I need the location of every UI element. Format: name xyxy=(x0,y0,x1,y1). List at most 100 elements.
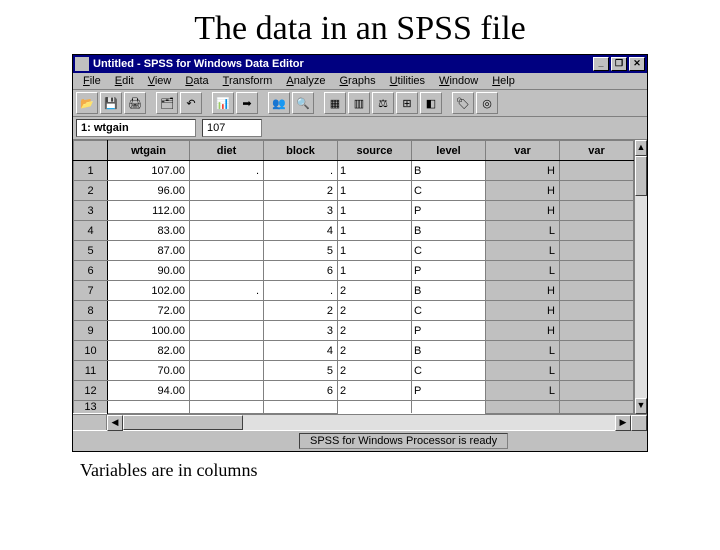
data-cell[interactable]: L xyxy=(486,341,560,361)
data-cell[interactable] xyxy=(190,321,264,341)
menu-window[interactable]: Window xyxy=(433,74,484,88)
data-cell[interactable]: B xyxy=(412,281,486,301)
data-cell[interactable]: L xyxy=(486,381,560,401)
dialog-recall-icon[interactable]: 🗂 xyxy=(156,92,178,114)
table-row[interactable]: 690.0061PL xyxy=(74,261,634,281)
table-row[interactable]: 296.0021CH xyxy=(74,181,634,201)
data-cell[interactable]: H xyxy=(486,161,560,181)
data-cell[interactable]: 94.00 xyxy=(108,381,190,401)
data-cell[interactable]: H xyxy=(486,301,560,321)
horizontal-scrollbar[interactable]: ◀ ▶ xyxy=(107,415,631,430)
save-icon[interactable]: 💾 xyxy=(100,92,122,114)
data-grid[interactable]: wtgain diet block source level var var 1… xyxy=(73,140,634,414)
data-cell[interactable]: 100.00 xyxy=(108,321,190,341)
hscroll-track[interactable] xyxy=(123,415,615,430)
row-header[interactable]: 1 xyxy=(74,161,108,181)
table-row[interactable]: 1107.00..1BH xyxy=(74,161,634,181)
split-file-icon[interactable]: ⚖ xyxy=(372,92,394,114)
variables-icon[interactable]: 👥 xyxy=(268,92,290,114)
table-row[interactable]: 587.0051CL xyxy=(74,241,634,261)
weight-cases-icon[interactable]: ⊞ xyxy=(396,92,418,114)
menu-file[interactable]: File xyxy=(77,74,107,88)
data-cell[interactable] xyxy=(486,401,560,414)
data-cell[interactable] xyxy=(190,341,264,361)
data-cell[interactable]: 6 xyxy=(264,381,338,401)
data-cell[interactable]: 2 xyxy=(338,361,412,381)
data-cell[interactable]: P xyxy=(412,201,486,221)
data-cell[interactable] xyxy=(190,381,264,401)
data-cell[interactable]: 2 xyxy=(338,321,412,341)
data-cell[interactable]: 6 xyxy=(264,261,338,281)
data-cell[interactable]: 90.00 xyxy=(108,261,190,281)
data-cell[interactable]: P xyxy=(412,321,486,341)
menu-view[interactable]: View xyxy=(142,74,178,88)
row-header[interactable]: 8 xyxy=(74,301,108,321)
data-cell[interactable]: 5 xyxy=(264,361,338,381)
data-cell[interactable] xyxy=(560,301,634,321)
table-row[interactable]: 872.0022CH xyxy=(74,301,634,321)
select-cases-icon[interactable]: ◧ xyxy=(420,92,442,114)
value-labels-icon[interactable]: 🏷 xyxy=(452,92,474,114)
titlebar[interactable]: Untitled - SPSS for Windows Data Editor … xyxy=(73,55,647,73)
menu-help[interactable]: Help xyxy=(486,74,521,88)
table-row[interactable]: 13 xyxy=(74,401,634,414)
col-level[interactable]: level xyxy=(412,141,486,161)
table-row[interactable]: 483.0041BL xyxy=(74,221,634,241)
table-row[interactable]: 3112.0031PH xyxy=(74,201,634,221)
data-cell[interactable]: L xyxy=(486,221,560,241)
data-cell[interactable]: L xyxy=(486,241,560,261)
vscroll-thumb[interactable] xyxy=(635,156,647,196)
data-cell[interactable]: 1 xyxy=(338,261,412,281)
data-cell[interactable] xyxy=(190,181,264,201)
menu-edit[interactable]: Edit xyxy=(109,74,140,88)
data-cell[interactable] xyxy=(560,241,634,261)
row-header[interactable]: 7 xyxy=(74,281,108,301)
undo-icon[interactable]: ↶ xyxy=(180,92,202,114)
data-cell[interactable]: 72.00 xyxy=(108,301,190,321)
data-cell[interactable]: 107.00 xyxy=(108,161,190,181)
table-row[interactable]: 7102.00..2BH xyxy=(74,281,634,301)
data-cell[interactable]: . xyxy=(190,161,264,181)
data-cell[interactable]: C xyxy=(412,301,486,321)
data-cell[interactable] xyxy=(338,401,412,414)
data-cell[interactable] xyxy=(560,281,634,301)
row-header[interactable]: 10 xyxy=(74,341,108,361)
data-cell[interactable]: L xyxy=(486,261,560,281)
col-source[interactable]: source xyxy=(338,141,412,161)
table-row[interactable]: 9100.0032PH xyxy=(74,321,634,341)
row-header[interactable]: 11 xyxy=(74,361,108,381)
row-header[interactable]: 9 xyxy=(74,321,108,341)
insert-case-icon[interactable]: ▦ xyxy=(324,92,346,114)
data-cell[interactable] xyxy=(190,361,264,381)
data-cell[interactable] xyxy=(190,201,264,221)
data-cell[interactable]: 2 xyxy=(338,341,412,361)
data-cell[interactable] xyxy=(412,401,486,414)
data-cell[interactable]: 2 xyxy=(338,301,412,321)
data-cell[interactable] xyxy=(560,181,634,201)
data-cell[interactable]: H xyxy=(486,281,560,301)
vscroll-track[interactable] xyxy=(635,156,647,398)
data-cell[interactable]: 87.00 xyxy=(108,241,190,261)
hscroll-thumb[interactable] xyxy=(123,415,243,430)
data-cell[interactable]: B xyxy=(412,341,486,361)
menu-data[interactable]: Data xyxy=(179,74,214,88)
data-cell[interactable]: 2 xyxy=(264,301,338,321)
menu-graphs[interactable]: Graphs xyxy=(333,74,381,88)
row-header[interactable]: 5 xyxy=(74,241,108,261)
data-cell[interactable]: H xyxy=(486,321,560,341)
row-header[interactable]: 4 xyxy=(74,221,108,241)
data-cell[interactable] xyxy=(560,201,634,221)
menu-analyze[interactable]: Analyze xyxy=(280,74,331,88)
data-cell[interactable] xyxy=(560,401,634,414)
data-cell[interactable]: 70.00 xyxy=(108,361,190,381)
row-header[interactable]: 13 xyxy=(74,401,108,414)
menu-utilities[interactable]: Utilities xyxy=(384,74,431,88)
data-cell[interactable] xyxy=(108,401,190,414)
table-row[interactable]: 1294.0062PL xyxy=(74,381,634,401)
goto-chart-icon[interactable]: 📊 xyxy=(212,92,234,114)
data-cell[interactable] xyxy=(560,381,634,401)
col-block[interactable]: block xyxy=(264,141,338,161)
data-cell[interactable]: 4 xyxy=(264,341,338,361)
row-header[interactable]: 12 xyxy=(74,381,108,401)
data-cell[interactable] xyxy=(560,221,634,241)
